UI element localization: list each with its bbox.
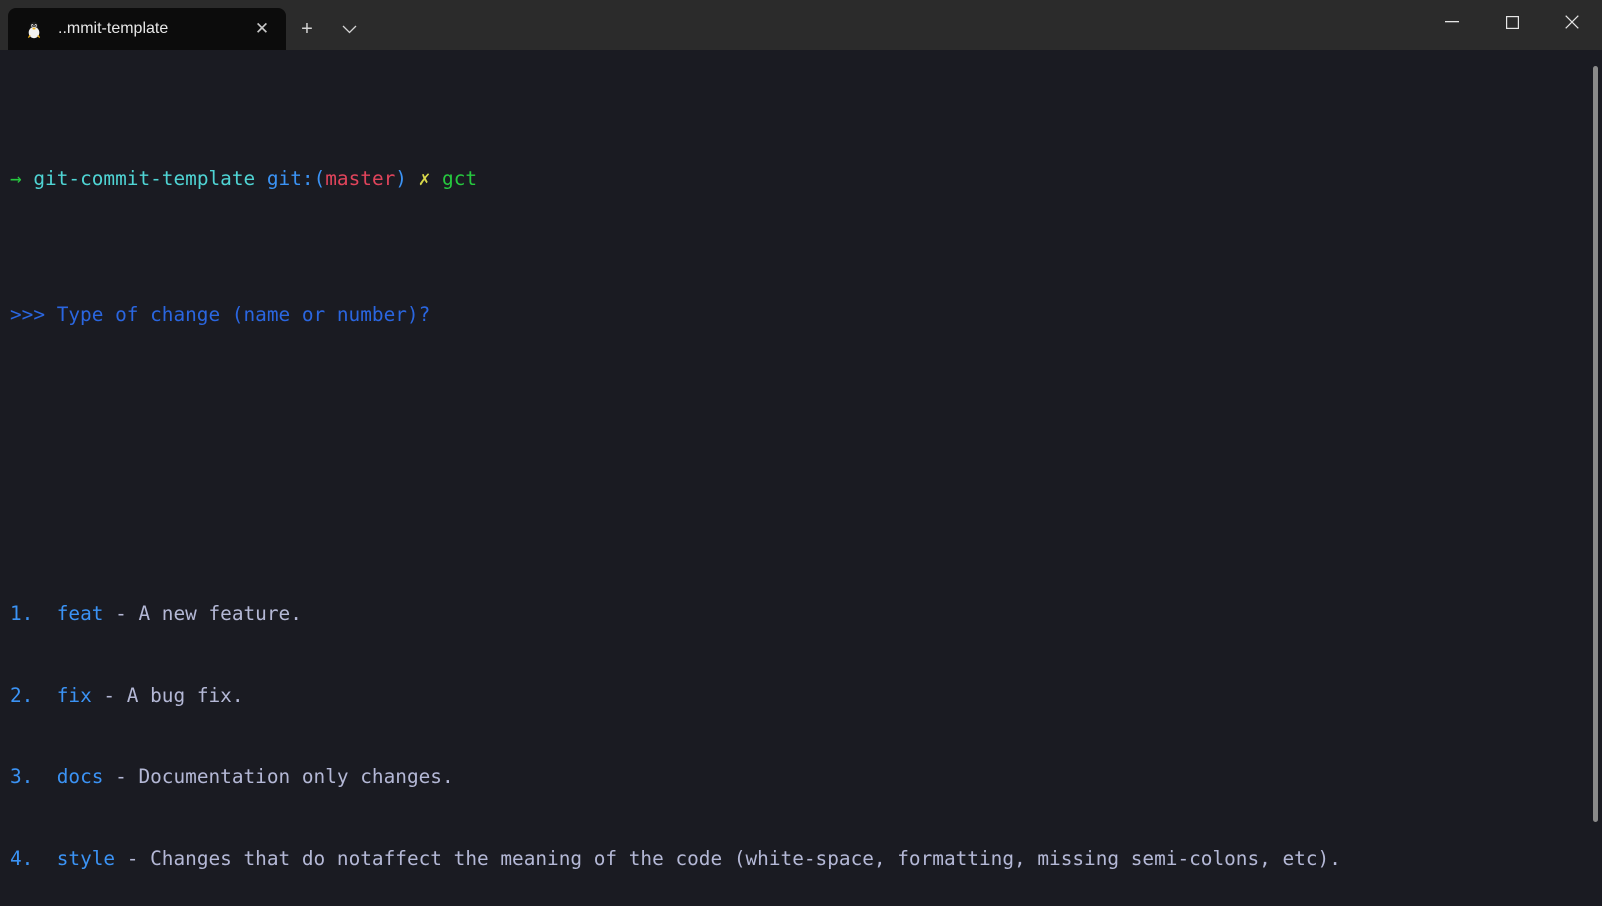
window-controls bbox=[1422, 0, 1602, 44]
list-item-name: docs bbox=[57, 765, 104, 788]
list-item: 1. feat - A new feature. bbox=[10, 600, 1602, 627]
list-item-number: 2. bbox=[10, 684, 33, 707]
list-item-name: style bbox=[57, 847, 115, 870]
list-item-desc: - A new feature. bbox=[103, 602, 301, 625]
question-1-text: >>> Type of change (name or number)? bbox=[10, 303, 430, 326]
list-item-number: 4. bbox=[10, 847, 33, 870]
linux-penguin-icon bbox=[24, 19, 44, 39]
close-window-button[interactable] bbox=[1542, 0, 1602, 44]
question-type-of-change: >>> Type of change (name or number)? bbox=[10, 301, 1602, 328]
list-item-pad bbox=[33, 684, 56, 707]
list-item-name: fix bbox=[57, 684, 92, 707]
list-item: 4. style - Changes that do notaffect the… bbox=[10, 845, 1602, 872]
tab-strip: ..mmit-template ✕ + bbox=[0, 0, 370, 50]
tab-active[interactable]: ..mmit-template ✕ bbox=[8, 8, 286, 50]
list-item-pad bbox=[33, 602, 56, 625]
list-item-number: 1. bbox=[10, 602, 33, 625]
list-item: 2. fix - A bug fix. bbox=[10, 682, 1602, 709]
chevron-down-icon[interactable] bbox=[328, 8, 370, 50]
terminal-window: ..mmit-template ✕ + bbox=[0, 0, 1602, 906]
list-item: 3. docs - Documentation only changes. bbox=[10, 763, 1602, 790]
change-type-list: 1. feat - A new feature. 2. fix - A bug … bbox=[10, 546, 1602, 906]
shell-prompt-line: → git-commit-template git:(master) ✗ gct bbox=[10, 165, 1602, 192]
title-bar: ..mmit-template ✕ + bbox=[0, 0, 1602, 50]
git-dirty-icon: ✗ bbox=[419, 167, 431, 190]
list-item-pad bbox=[33, 765, 56, 788]
git-prefix: git:( bbox=[267, 167, 325, 190]
scrollbar[interactable] bbox=[1593, 50, 1598, 906]
typed-command: gct bbox=[442, 167, 477, 190]
git-suffix: ) bbox=[395, 167, 407, 190]
terminal-viewport[interactable]: → git-commit-template git:(master) ✗ gct… bbox=[0, 50, 1602, 906]
list-item-pad bbox=[33, 847, 56, 870]
blank-line bbox=[10, 410, 1602, 437]
list-item-desc: - Documentation only changes. bbox=[103, 765, 453, 788]
scrollbar-thumb[interactable] bbox=[1593, 66, 1598, 822]
list-item-number: 3. bbox=[10, 765, 33, 788]
prompt-arrow-icon: → bbox=[10, 167, 22, 190]
close-tab-icon[interactable]: ✕ bbox=[248, 15, 276, 43]
git-branch: master bbox=[325, 167, 395, 190]
list-item-desc: - Changes that do notaffect the meaning … bbox=[115, 847, 1341, 870]
terminal-output: → git-commit-template git:(master) ✗ gct… bbox=[10, 56, 1602, 906]
prompt-directory: git-commit-template bbox=[33, 167, 255, 190]
list-item-name: feat bbox=[57, 602, 104, 625]
minimize-button[interactable] bbox=[1422, 0, 1482, 44]
tab-title: ..mmit-template bbox=[44, 20, 248, 38]
new-tab-button[interactable]: + bbox=[286, 8, 328, 50]
maximize-button[interactable] bbox=[1482, 0, 1542, 44]
list-item-desc: - A bug fix. bbox=[92, 684, 244, 707]
